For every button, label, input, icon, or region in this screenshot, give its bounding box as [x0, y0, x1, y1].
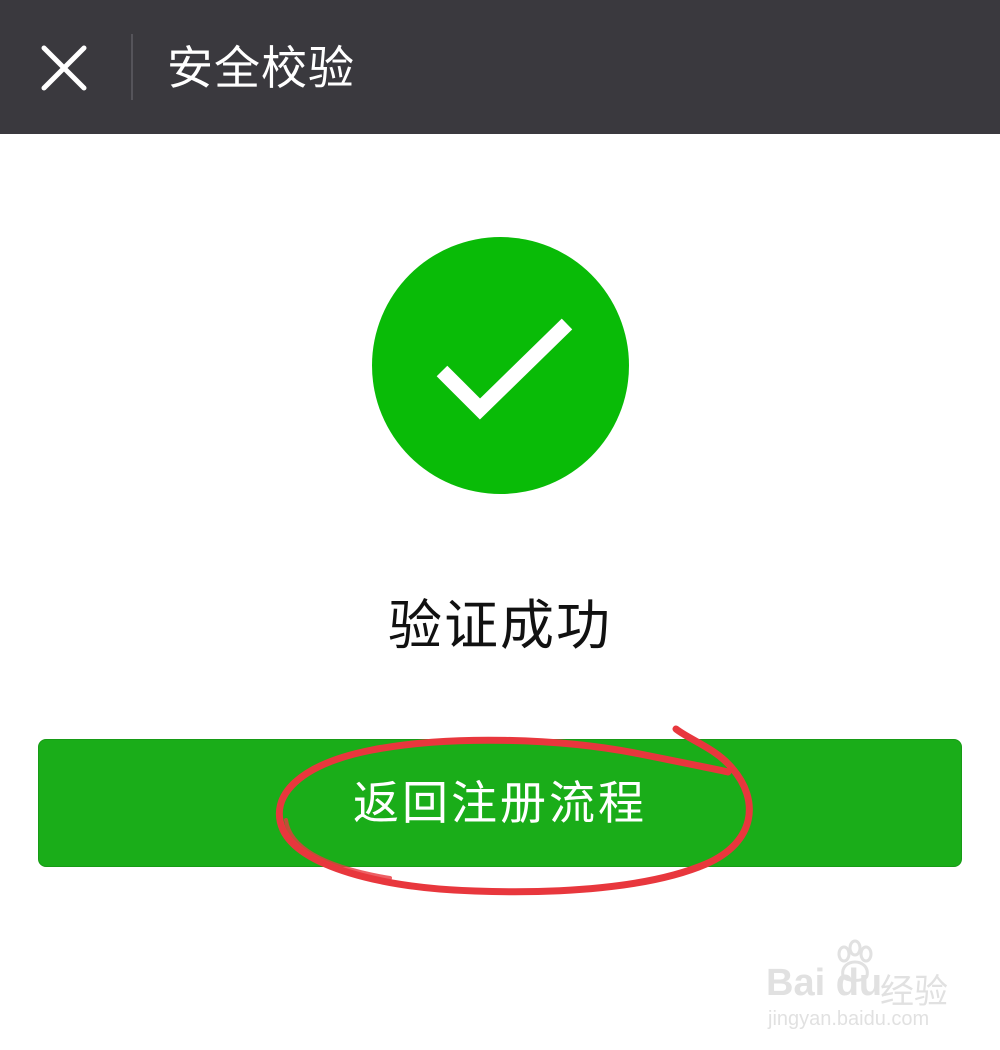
paw-icon [837, 939, 873, 982]
page-title: 安全校验 [167, 41, 355, 95]
close-icon [41, 45, 87, 91]
security-check-page: 安全校验 验证成功 返回注册流程 Bai du 经验 jingyan.baidu… [0, 0, 1000, 1050]
baidu-jingyan-watermark: Bai du 经验 jingyan.baidu.com [766, 939, 976, 1040]
status-text: 验证成功 [388, 594, 612, 657]
watermark-brand-cn: 经验 [880, 972, 948, 1012]
check-circle-icon [372, 237, 629, 494]
success-badge [372, 237, 629, 494]
return-to-registration-button[interactable]: 返回注册流程 [38, 739, 962, 867]
nav-bar: 安全校验 [0, 0, 1000, 134]
watermark-url: jingyan.baidu.com [768, 1008, 930, 1030]
highlight-annotation [275, 725, 753, 896]
header-divider [131, 34, 133, 100]
close-button[interactable] [26, 30, 102, 106]
